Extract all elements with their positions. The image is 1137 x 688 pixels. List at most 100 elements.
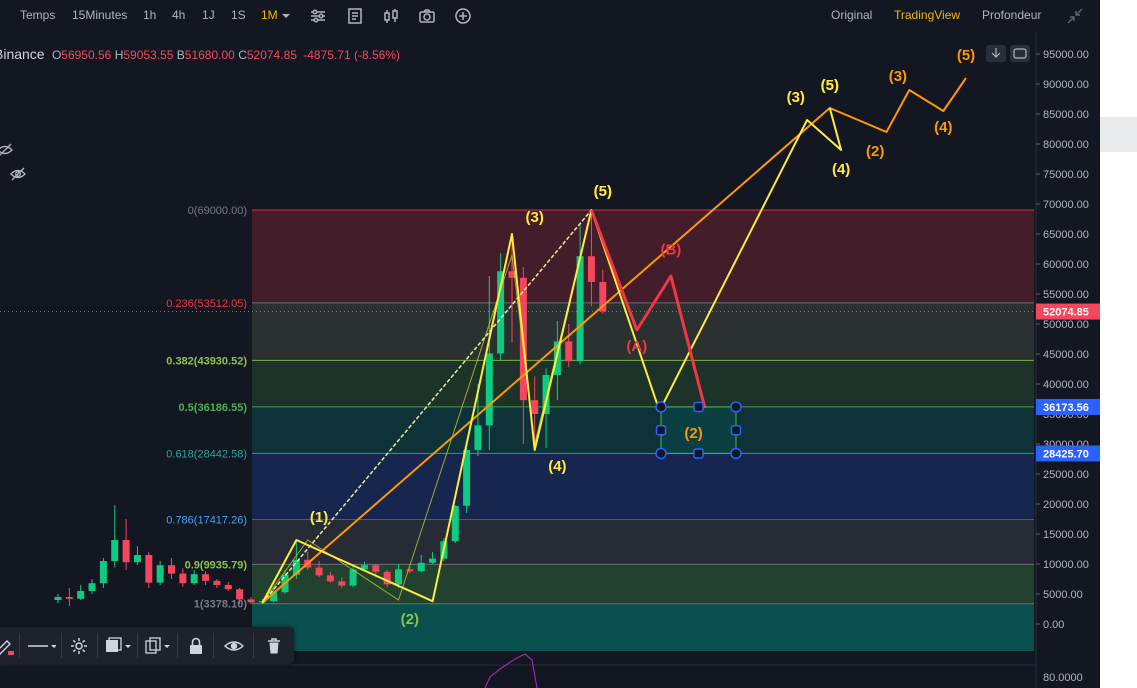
fib-band (252, 360, 1034, 407)
axis-tick-label: 90000.00 (1043, 79, 1089, 91)
toolbar-divider (19, 633, 20, 658)
toolbar-divider (97, 633, 98, 658)
wave-label[interactable]: (5) (957, 47, 975, 64)
fib-band (252, 406, 1034, 454)
top-toolbar: Temps 15Minutes 1h 4h 1J 1S 1M Original … (0, 0, 1100, 32)
toolbar-divider (253, 633, 254, 658)
wave-label[interactable]: (B) (660, 241, 681, 258)
page-edge (1100, 0, 1137, 688)
resize-handle[interactable] (730, 401, 742, 413)
line-style-icon[interactable] (26, 636, 56, 656)
hide-drawings-icon[interactable] (0, 143, 13, 156)
draw-tool-icon[interactable] (0, 636, 14, 656)
wave-label[interactable]: (4) (934, 119, 952, 136)
interval-1m[interactable]: 1M (261, 8, 278, 22)
toolbar-divider (213, 633, 214, 658)
interval-15m[interactable]: 15Minutes (72, 8, 127, 22)
templates-icon[interactable] (346, 7, 364, 25)
axis-tick-label: 0.00 (1043, 619, 1064, 631)
indicators-icon[interactable] (309, 7, 327, 25)
axis-tick-label: 5000.00 (1043, 589, 1083, 601)
view-tradingview[interactable]: TradingView (894, 8, 960, 22)
wave-label[interactable]: (2) (401, 611, 419, 628)
axis-tick-label: 95000.00 (1043, 49, 1089, 61)
candle (213, 579, 221, 588)
drawing-toolbar (0, 627, 294, 664)
interval-1h[interactable]: 1h (143, 8, 156, 22)
price-chart[interactable]: 0(69000.00) 0.236(53512.05) 0.382(43930.52… (0, 32, 1100, 688)
interval-4h[interactable]: 4h (172, 8, 185, 22)
axis-tick-label: 20000.00 (1043, 499, 1089, 511)
symbol-name[interactable]: Binance (0, 46, 45, 62)
wave-label[interactable]: (A) (626, 338, 647, 355)
wave-label[interactable]: (3) (526, 209, 544, 226)
wave-label[interactable]: (4) (548, 458, 566, 475)
change-percent: (-8.56%) (353, 48, 400, 62)
change-value: -4875.71 (303, 48, 351, 62)
settings-icon[interactable] (69, 636, 89, 656)
indicator-axis-label: 80.0000 (1043, 672, 1083, 684)
axis-tick-label: 55000.00 (1043, 289, 1089, 301)
price-tag-label: 52074.85 (1043, 307, 1089, 319)
view-depth[interactable]: Profondeur (982, 8, 1041, 22)
candle (122, 519, 130, 570)
toolbar-divider (177, 633, 178, 658)
clone-icon[interactable] (144, 636, 172, 656)
axis-tick-label: 10000.00 (1043, 559, 1089, 571)
add-icon[interactable] (454, 7, 472, 25)
price-tag-label: 28425.70 (1043, 448, 1089, 460)
low-label: B (176, 48, 185, 62)
candle (54, 594, 62, 603)
axis-tick-label: 25000.00 (1043, 469, 1089, 481)
candle (65, 588, 73, 606)
template-icon[interactable] (104, 636, 132, 656)
scroll-down-button[interactable] (986, 45, 1006, 62)
view-original[interactable]: Original (831, 8, 872, 22)
fib-level-label: 0.382(43930.52) (166, 355, 247, 367)
axis-tick-label: 85000.00 (1043, 109, 1089, 121)
candle (383, 570, 391, 587)
resize-handle[interactable] (693, 401, 704, 413)
wave-label[interactable]: (1) (310, 509, 328, 526)
resize-handle[interactable] (693, 448, 704, 459)
candle (88, 579, 96, 594)
fullscreen-icon[interactable] (1066, 7, 1084, 25)
wave-label[interactable]: (5) (821, 77, 839, 94)
lock-icon[interactable] (186, 636, 206, 656)
screenshot-icon[interactable] (418, 7, 436, 25)
chevron-down-icon[interactable] (280, 10, 292, 22)
price-tag-label: 36173.56 (1043, 402, 1089, 414)
candle (145, 552, 153, 588)
wave-label[interactable]: (2) (684, 425, 702, 442)
visibility-icon[interactable] (224, 636, 244, 656)
resize-handle[interactable] (655, 447, 667, 460)
side-panel-tab[interactable] (1100, 117, 1137, 152)
wave-label[interactable]: (2) (866, 143, 884, 160)
resize-handle[interactable] (730, 447, 742, 460)
axis-tick-label: 45000.00 (1043, 349, 1089, 361)
interval-time[interactable]: Temps (20, 8, 55, 22)
resize-handle[interactable] (655, 424, 667, 436)
wave-label[interactable]: (4) (832, 161, 850, 178)
fib-band (252, 210, 1034, 303)
candle (133, 546, 141, 566)
hide-indicators-icon[interactable] (10, 167, 26, 181)
delete-icon[interactable] (264, 636, 284, 656)
high-value: 59053.55 (123, 48, 174, 62)
candle (190, 570, 198, 585)
interval-1d[interactable]: 1J (202, 8, 215, 22)
toolbar-divider (137, 633, 138, 658)
fib-level-label: 0.618(28442.58) (166, 448, 247, 460)
wave-label[interactable]: (3) (787, 89, 805, 106)
axis-tick-label: 60000.00 (1043, 259, 1089, 271)
resize-handle[interactable] (730, 424, 742, 436)
wave-label[interactable]: (5) (594, 183, 612, 200)
toolbar-divider (61, 633, 62, 658)
reset-scale-button[interactable] (1010, 45, 1030, 62)
interval-1w[interactable]: 1S (231, 8, 246, 22)
axis-tick-label: 40000.00 (1043, 379, 1089, 391)
candle-type-icon[interactable] (382, 7, 400, 25)
wave-label[interactable]: (3) (889, 68, 907, 85)
resize-handle[interactable] (655, 401, 667, 413)
fib-band (252, 564, 1034, 604)
